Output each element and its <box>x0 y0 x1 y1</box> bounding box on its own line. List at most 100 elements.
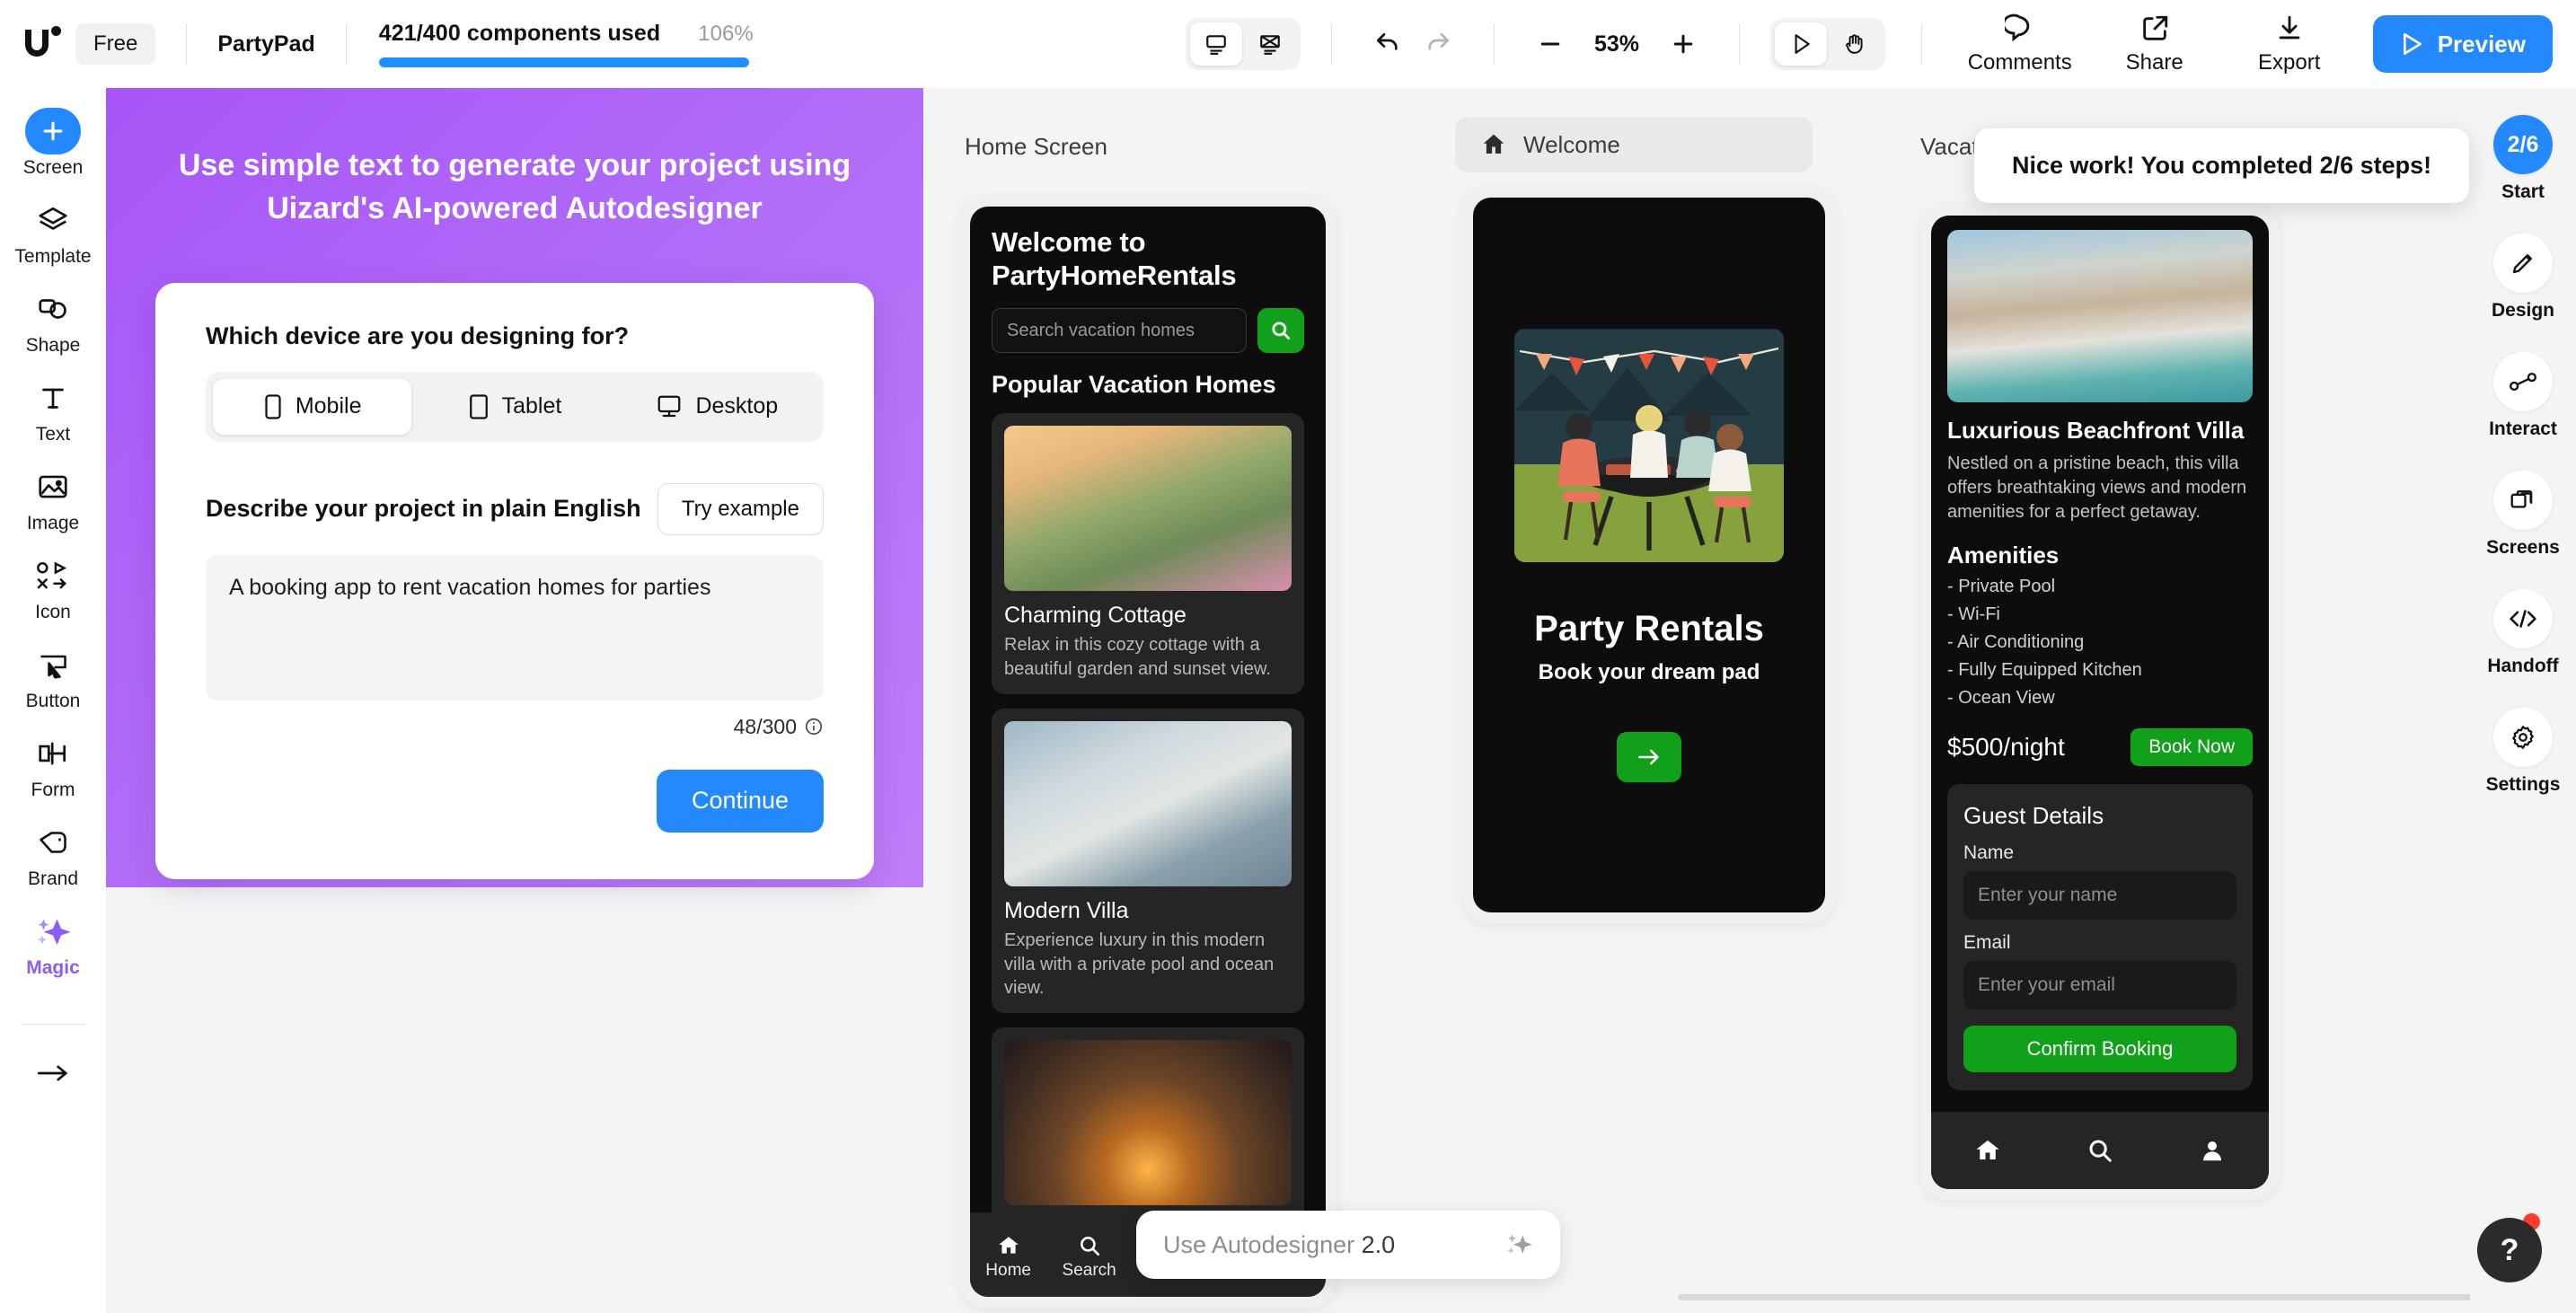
view-mode-toggle[interactable] <box>1186 18 1301 70</box>
rightbar-item-screens[interactable]: Screens <box>2486 471 2560 559</box>
card-title: Modern Villa <box>1004 897 1129 923</box>
redo-button[interactable] <box>1413 19 1463 69</box>
view-mode-screen-button[interactable] <box>1190 22 1242 66</box>
sidebar-label-shape: Shape <box>25 335 81 356</box>
device-option-group[interactable]: Mobile Tablet Desktop <box>206 371 824 442</box>
autodesigner-prompt-bar[interactable]: Use Autodesigner 2.0 <box>1136 1211 1560 1279</box>
step-badge: 2/6 <box>2493 115 2553 174</box>
character-count-row: 48/300 <box>206 715 824 739</box>
welcome-cta-button[interactable] <box>1617 731 1681 782</box>
pointer-tool-toggle[interactable] <box>1770 18 1885 70</box>
sidebar-item-button[interactable]: Button <box>0 641 106 712</box>
phone-frame-detail-screen[interactable]: Luxurious Beachfront Villa Nestled on a … <box>1920 205 2280 1200</box>
rightbar-item-design[interactable]: Design <box>2492 234 2554 322</box>
screen-label-home[interactable]: Home Screen <box>965 133 1107 161</box>
confirm-booking-button[interactable]: Confirm Booking <box>1963 1025 2236 1072</box>
sidebar-item-form[interactable]: Form <box>0 730 106 801</box>
pencil-icon <box>2512 254 2532 274</box>
home-search-row[interactable]: Search vacation homes <box>992 308 1304 354</box>
screen-chip-welcome[interactable]: Welcome <box>1455 117 1813 172</box>
home-icon[interactable] <box>1974 1137 2001 1164</box>
cottage-image <box>1004 426 1292 592</box>
rightbar-item-start[interactable]: 2/6 Start <box>2493 115 2553 203</box>
detail-bottom-nav[interactable] <box>1931 1112 2269 1189</box>
comments-button[interactable]: Comments <box>1953 13 2087 75</box>
search-icon <box>1272 322 1291 340</box>
name-field[interactable]: Enter your name <box>1963 870 2236 920</box>
uizard-editor: Free PartyPad 421/400 components used 10… <box>0 0 2576 1313</box>
welcome-subtitle: Book your dream pad <box>1538 659 1760 684</box>
zoom-level[interactable]: 53% <box>1575 31 1658 57</box>
sidebar-label-magic: Magic <box>26 957 80 978</box>
person-icon[interactable] <box>2199 1137 2226 1164</box>
sidebar-divider <box>21 1024 85 1025</box>
sidebar-collapse-button[interactable] <box>35 1050 71 1097</box>
comment-icon <box>2004 13 2029 41</box>
preview-button[interactable]: Preview <box>2372 15 2553 73</box>
left-sidebar: Screen Template Shape Text Image Icon Bu… <box>0 88 106 1313</box>
zoom-in-button[interactable] <box>1658 19 1708 69</box>
nav-label-home: Home <box>985 1261 1031 1280</box>
horizontal-scrollbar[interactable] <box>1678 1294 2576 1300</box>
list-item[interactable]: Modern Villa Experience luxury in this m… <box>992 708 1304 1014</box>
continue-button[interactable]: Continue <box>657 769 824 833</box>
export-button[interactable]: Export <box>2222 13 2357 75</box>
rightbar-label-start: Start <box>2501 181 2545 202</box>
sidebar-item-template[interactable]: Template <box>0 197 106 268</box>
phone-frame-welcome-screen[interactable]: Party Rentals Book your dream pad <box>1462 187 1836 923</box>
rightbar-item-handoff[interactable]: Handoff <box>2487 589 2559 677</box>
search-icon[interactable] <box>2086 1137 2113 1164</box>
sidebar-label-icon: Icon <box>35 602 71 622</box>
sidebar-item-screen[interactable]: Screen <box>0 108 106 179</box>
phone-frame-home-screen[interactable]: Welcome to PartyHomeRentals Search vacat… <box>959 196 1337 1308</box>
home-search-input[interactable]: Search vacation homes <box>992 308 1247 354</box>
rightbar-label-interact: Interact <box>2489 419 2557 439</box>
sidebar-item-image[interactable]: Image <box>0 463 106 534</box>
device-option-tablet[interactable]: Tablet <box>415 379 613 435</box>
book-now-button[interactable]: Book Now <box>2130 727 2253 766</box>
divider <box>345 23 347 65</box>
search-icon <box>1080 1237 1099 1256</box>
nav-item-home[interactable]: Home <box>985 1234 1031 1281</box>
zoom-out-button[interactable] <box>1525 19 1575 69</box>
share-label: Share <box>2125 49 2183 75</box>
sidebar-label-form: Form <box>31 780 75 800</box>
sidebar-item-icon[interactable]: Icon <box>0 552 106 623</box>
design-canvas[interactable]: Home Screen Welcome Vacation H Welcome t… <box>923 88 2576 1313</box>
project-name[interactable]: PartyPad <box>217 31 314 57</box>
home-search-button[interactable] <box>1257 308 1304 354</box>
help-button[interactable]: ? <box>2477 1218 2542 1282</box>
status-toast: Nice work! You completed 2/6 steps! <box>1974 128 2470 203</box>
project-description-input[interactable]: A booking app to rent vacation homes for… <box>206 554 824 701</box>
button-cursor-icon <box>40 655 66 679</box>
uizard-logo-icon[interactable] <box>23 24 63 64</box>
share-button[interactable]: Share <box>2087 13 2222 75</box>
screens-stack-icon <box>2510 489 2533 508</box>
hand-tool-button[interactable] <box>1829 22 1881 66</box>
cursor-tool-button[interactable] <box>1775 22 1827 66</box>
undo-button[interactable] <box>1363 19 1413 69</box>
nav-item-search[interactable]: Search <box>1063 1234 1116 1281</box>
rightbar-item-interact[interactable]: Interact <box>2489 352 2557 440</box>
sidebar-item-shape[interactable]: Shape <box>0 286 106 357</box>
plan-badge[interactable]: Free <box>75 23 156 65</box>
sidebar-item-text[interactable]: Text <box>0 375 106 445</box>
detail-price: $500/night <box>1947 732 2065 761</box>
device-option-desktop[interactable]: Desktop <box>618 379 816 435</box>
try-example-button[interactable]: Try example <box>657 482 824 535</box>
tablet-icon <box>469 393 488 419</box>
email-field[interactable]: Enter your email <box>1963 960 2236 1009</box>
form-icon <box>39 742 66 765</box>
screen-label-welcome: Welcome <box>1523 130 1620 158</box>
welcome-screen-content: Party Rentals Book your dream pad <box>1473 198 1825 912</box>
device-option-mobile[interactable]: Mobile <box>213 378 412 435</box>
divider <box>186 23 188 65</box>
character-count: 48/300 <box>733 714 797 738</box>
sidebar-item-magic[interactable]: Magic <box>0 908 106 979</box>
play-icon <box>2403 33 2422 55</box>
list-item[interactable]: Charming Cottage Relax in this cozy cott… <box>992 413 1304 694</box>
sidebar-item-brand[interactable]: Brand <box>0 819 106 890</box>
amenity-item: - Air Conditioning <box>1947 631 2085 652</box>
rightbar-item-settings[interactable]: Settings <box>2486 708 2560 796</box>
view-mode-wireframe-button[interactable] <box>1244 22 1296 66</box>
